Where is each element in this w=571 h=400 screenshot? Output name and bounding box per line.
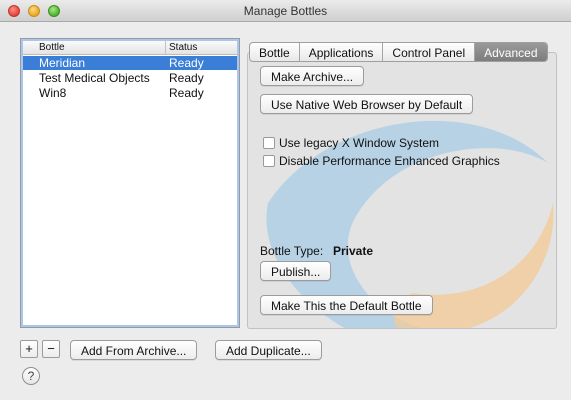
bottle-list[interactable]: Bottle Status Meridian Ready Test Medica… [20,38,240,328]
make-default-bottle-button[interactable]: Make This the Default Bottle [260,295,433,315]
disable-graphics-label: Disable Performance Enhanced Graphics [279,154,500,168]
bottle-status: Ready [169,86,204,100]
legacy-x-checkbox[interactable] [263,137,275,149]
manage-bottles-window: Manage Bottles Bottle Status Meridian Re… [0,0,571,400]
title-bar: Manage Bottles [0,0,571,22]
bottle-name: Win8 [39,86,67,100]
tab-advanced[interactable]: Advanced [475,43,547,61]
bottle-row-win8[interactable]: Win8 Ready [23,86,237,100]
column-header-bottle[interactable]: Bottle [39,42,65,53]
tab-bar: Bottle Applications Control Panel Advanc… [249,42,548,62]
column-divider [165,41,166,55]
bottle-type-value: Private [333,244,374,258]
tab-applications[interactable]: Applications [300,43,384,61]
bottle-status: Ready [169,56,204,70]
publish-button[interactable]: Publish... [260,261,332,281]
help-icon[interactable]: ? [22,367,40,385]
use-native-browser-button[interactable]: Use Native Web Browser by Default [260,94,474,114]
bottle-row-test-medical-objects[interactable]: Test Medical Objects Ready [23,71,237,85]
bottle-name: Meridian [39,56,86,70]
bottle-row-meridian[interactable]: Meridian Ready [23,56,237,70]
column-header-status[interactable]: Status [169,42,197,53]
add-duplicate-button[interactable]: Add Duplicate... [215,340,322,360]
bottle-name: Test Medical Objects [39,71,150,85]
add-bottle-button[interactable]: + [20,340,38,358]
window-title: Manage Bottles [243,4,328,18]
bottle-status: Ready [169,71,204,85]
add-from-archive-button[interactable]: Add From Archive... [70,340,198,360]
remove-bottle-button[interactable]: − [42,340,60,358]
disable-graphics-checkbox[interactable] [263,155,275,167]
bottle-list-header: Bottle Status [23,41,237,55]
tab-bottle[interactable]: Bottle [250,43,300,61]
legacy-x-label: Use legacy X Window System [279,136,440,150]
make-archive-button[interactable]: Make Archive... [260,66,365,86]
tab-control-panel[interactable]: Control Panel [383,43,476,61]
bottle-type-label: Bottle Type: [260,244,324,258]
